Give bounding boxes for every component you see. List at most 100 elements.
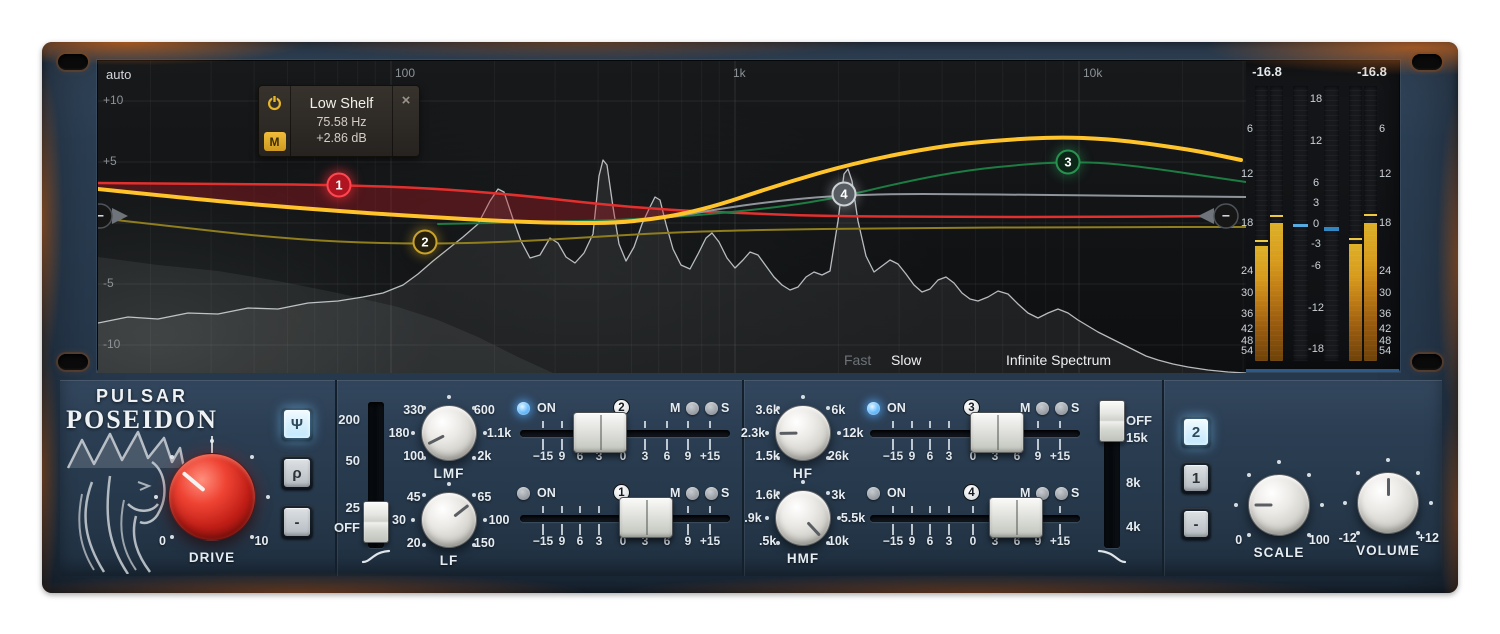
freq-option-label: 3k	[831, 488, 845, 502]
mode-minus-button[interactable]: -	[281, 505, 313, 539]
knob-pointer	[1387, 478, 1390, 496]
spectrum-speed-infinite[interactable]: Infinite Spectrum	[1006, 352, 1111, 368]
freq-option-label: 12k	[843, 426, 864, 440]
gain-tick	[709, 421, 711, 428]
freq-option-label: 150	[474, 536, 495, 550]
model-name: POSEIDON	[62, 405, 222, 435]
power-icon	[266, 94, 283, 111]
freq-option-label: 6k	[831, 403, 845, 417]
high-pass-fader[interactable]	[363, 501, 389, 543]
gain-tick	[542, 506, 544, 513]
high-pass-option-label: 25	[312, 500, 360, 515]
band-type-label: Low Shelf	[310, 95, 374, 114]
freq-option-label: 3.6k	[755, 403, 779, 417]
gain-tick	[1059, 421, 1061, 428]
meter-scale-label: 42	[1379, 323, 1399, 335]
knob-range-label: 10	[255, 534, 269, 548]
gain-tick	[687, 506, 689, 513]
freq-option-label: .5k	[759, 534, 776, 548]
band-mute-button[interactable]: M	[264, 132, 286, 151]
eq-band-4-marker[interactable]: 4	[832, 182, 857, 207]
band-3-gain-fader[interactable]	[970, 412, 1024, 453]
band-4-gain-row: ON4MS−159630369+15	[865, 480, 1090, 558]
eq-band-1-marker[interactable]: 1	[327, 173, 352, 198]
svg-text:−: −	[1222, 208, 1230, 224]
freq-option-label: 2k	[477, 449, 491, 463]
volume-knob-label: VOLUME	[1338, 543, 1438, 558]
low-pass-option-label: OFF	[1126, 413, 1174, 428]
on-label: ON	[537, 401, 556, 415]
meter-peak	[1255, 240, 1268, 242]
mode-minus-button-face: -	[284, 508, 310, 536]
band-1-on-led[interactable]	[517, 487, 530, 500]
drive-knob[interactable]	[168, 453, 256, 541]
band-power-button[interactable]	[264, 91, 286, 113]
lf-freq-knob[interactable]	[421, 492, 477, 548]
on-label: ON	[537, 486, 556, 500]
meter-scale-label: 6	[1379, 123, 1399, 135]
knob-tick-dot	[1277, 460, 1281, 464]
knob-tick-dot	[210, 439, 214, 443]
gain-meter-mark	[1324, 227, 1339, 231]
gain-tick	[1037, 421, 1039, 428]
band-3-mute-led[interactable]	[1036, 402, 1049, 415]
band-4-gain-track[interactable]	[870, 515, 1080, 522]
band-1-mute-led[interactable]	[686, 487, 699, 500]
transfo-2-button[interactable]: 2	[1181, 416, 1211, 448]
eq-band-3-marker[interactable]: 3	[1056, 150, 1081, 175]
meter-peak	[1270, 215, 1283, 217]
auto-scale-toggle[interactable]: auto	[106, 67, 131, 82]
band-4-gain-fader[interactable]	[989, 497, 1043, 538]
gain-tick	[644, 421, 646, 428]
band-4-on-led[interactable]	[867, 487, 880, 500]
mode-pulsar-button-face: ρ	[284, 459, 310, 487]
eq-band-2-marker[interactable]: 2	[413, 230, 438, 255]
freq-option-label: 2.3k	[741, 426, 765, 440]
eq-curve-band2-olive	[98, 218, 1246, 244]
gain-tick	[561, 421, 563, 428]
band-tooltip: M Low Shelf 75.58 Hz +2.86 dB ×	[258, 85, 420, 157]
band-2-solo-led[interactable]	[705, 402, 718, 415]
button-glyph: 2	[1192, 424, 1200, 441]
knob-tick-dot	[1320, 503, 1324, 507]
band-2-gain-fader[interactable]	[573, 412, 627, 453]
transfo-minus-button[interactable]: -	[1181, 508, 1211, 540]
band-4-solo-led[interactable]	[1055, 487, 1068, 500]
knob-tick-dot	[837, 431, 841, 435]
knob-tick-dot	[1386, 458, 1390, 462]
gain-tick	[972, 506, 974, 513]
band-2-mute-led[interactable]	[686, 402, 699, 415]
lmf-freq-knob[interactable]	[421, 405, 477, 461]
knob-pointer	[1254, 504, 1272, 507]
band-2-on-led[interactable]	[517, 402, 530, 415]
button-glyph: ρ	[292, 465, 301, 482]
svg-text:−: −	[98, 208, 104, 224]
spectrum-speed-fast[interactable]: Fast	[844, 352, 871, 368]
low-pass-fader[interactable]	[1099, 400, 1125, 442]
mode-trident-button[interactable]: Ψ	[281, 407, 313, 441]
low-pass-option-label: 15k	[1126, 430, 1174, 445]
button-glyph: -	[295, 514, 300, 531]
knob-tick-dot	[1356, 471, 1360, 475]
band-1-gain-fader[interactable]	[619, 497, 673, 538]
gain-meter-mark	[1293, 224, 1308, 227]
gain-tick	[542, 421, 544, 428]
tooltip-close-button[interactable]: ×	[393, 86, 419, 156]
filter-node-arrow	[1198, 208, 1214, 224]
band-3-on-led[interactable]	[867, 402, 880, 415]
knob-tick-dot	[1234, 503, 1238, 507]
hmf-freq-knob[interactable]	[775, 490, 831, 546]
freq-option-label: .9k	[744, 511, 761, 525]
band-2-gain-row: ON2MS−159630369+15	[515, 395, 740, 473]
gain-tick	[929, 421, 931, 428]
eq-graph[interactable]: −− auto 1001k10k+10+5-5-10 1234 M	[98, 61, 1246, 373]
mode-pulsar-button[interactable]: ρ	[281, 456, 313, 490]
freq-axis-label: 10k	[1083, 66, 1102, 80]
output-level-readout: -16.8	[1357, 64, 1387, 79]
band-1-solo-led[interactable]	[705, 487, 718, 500]
band-3-solo-led[interactable]	[1055, 402, 1068, 415]
transfo-1-button[interactable]: 1	[1181, 462, 1211, 494]
freq-option-label: 45	[407, 490, 421, 504]
db-axis-label: +5	[103, 154, 117, 168]
spectrum-speed-slow[interactable]: Slow	[891, 352, 921, 368]
